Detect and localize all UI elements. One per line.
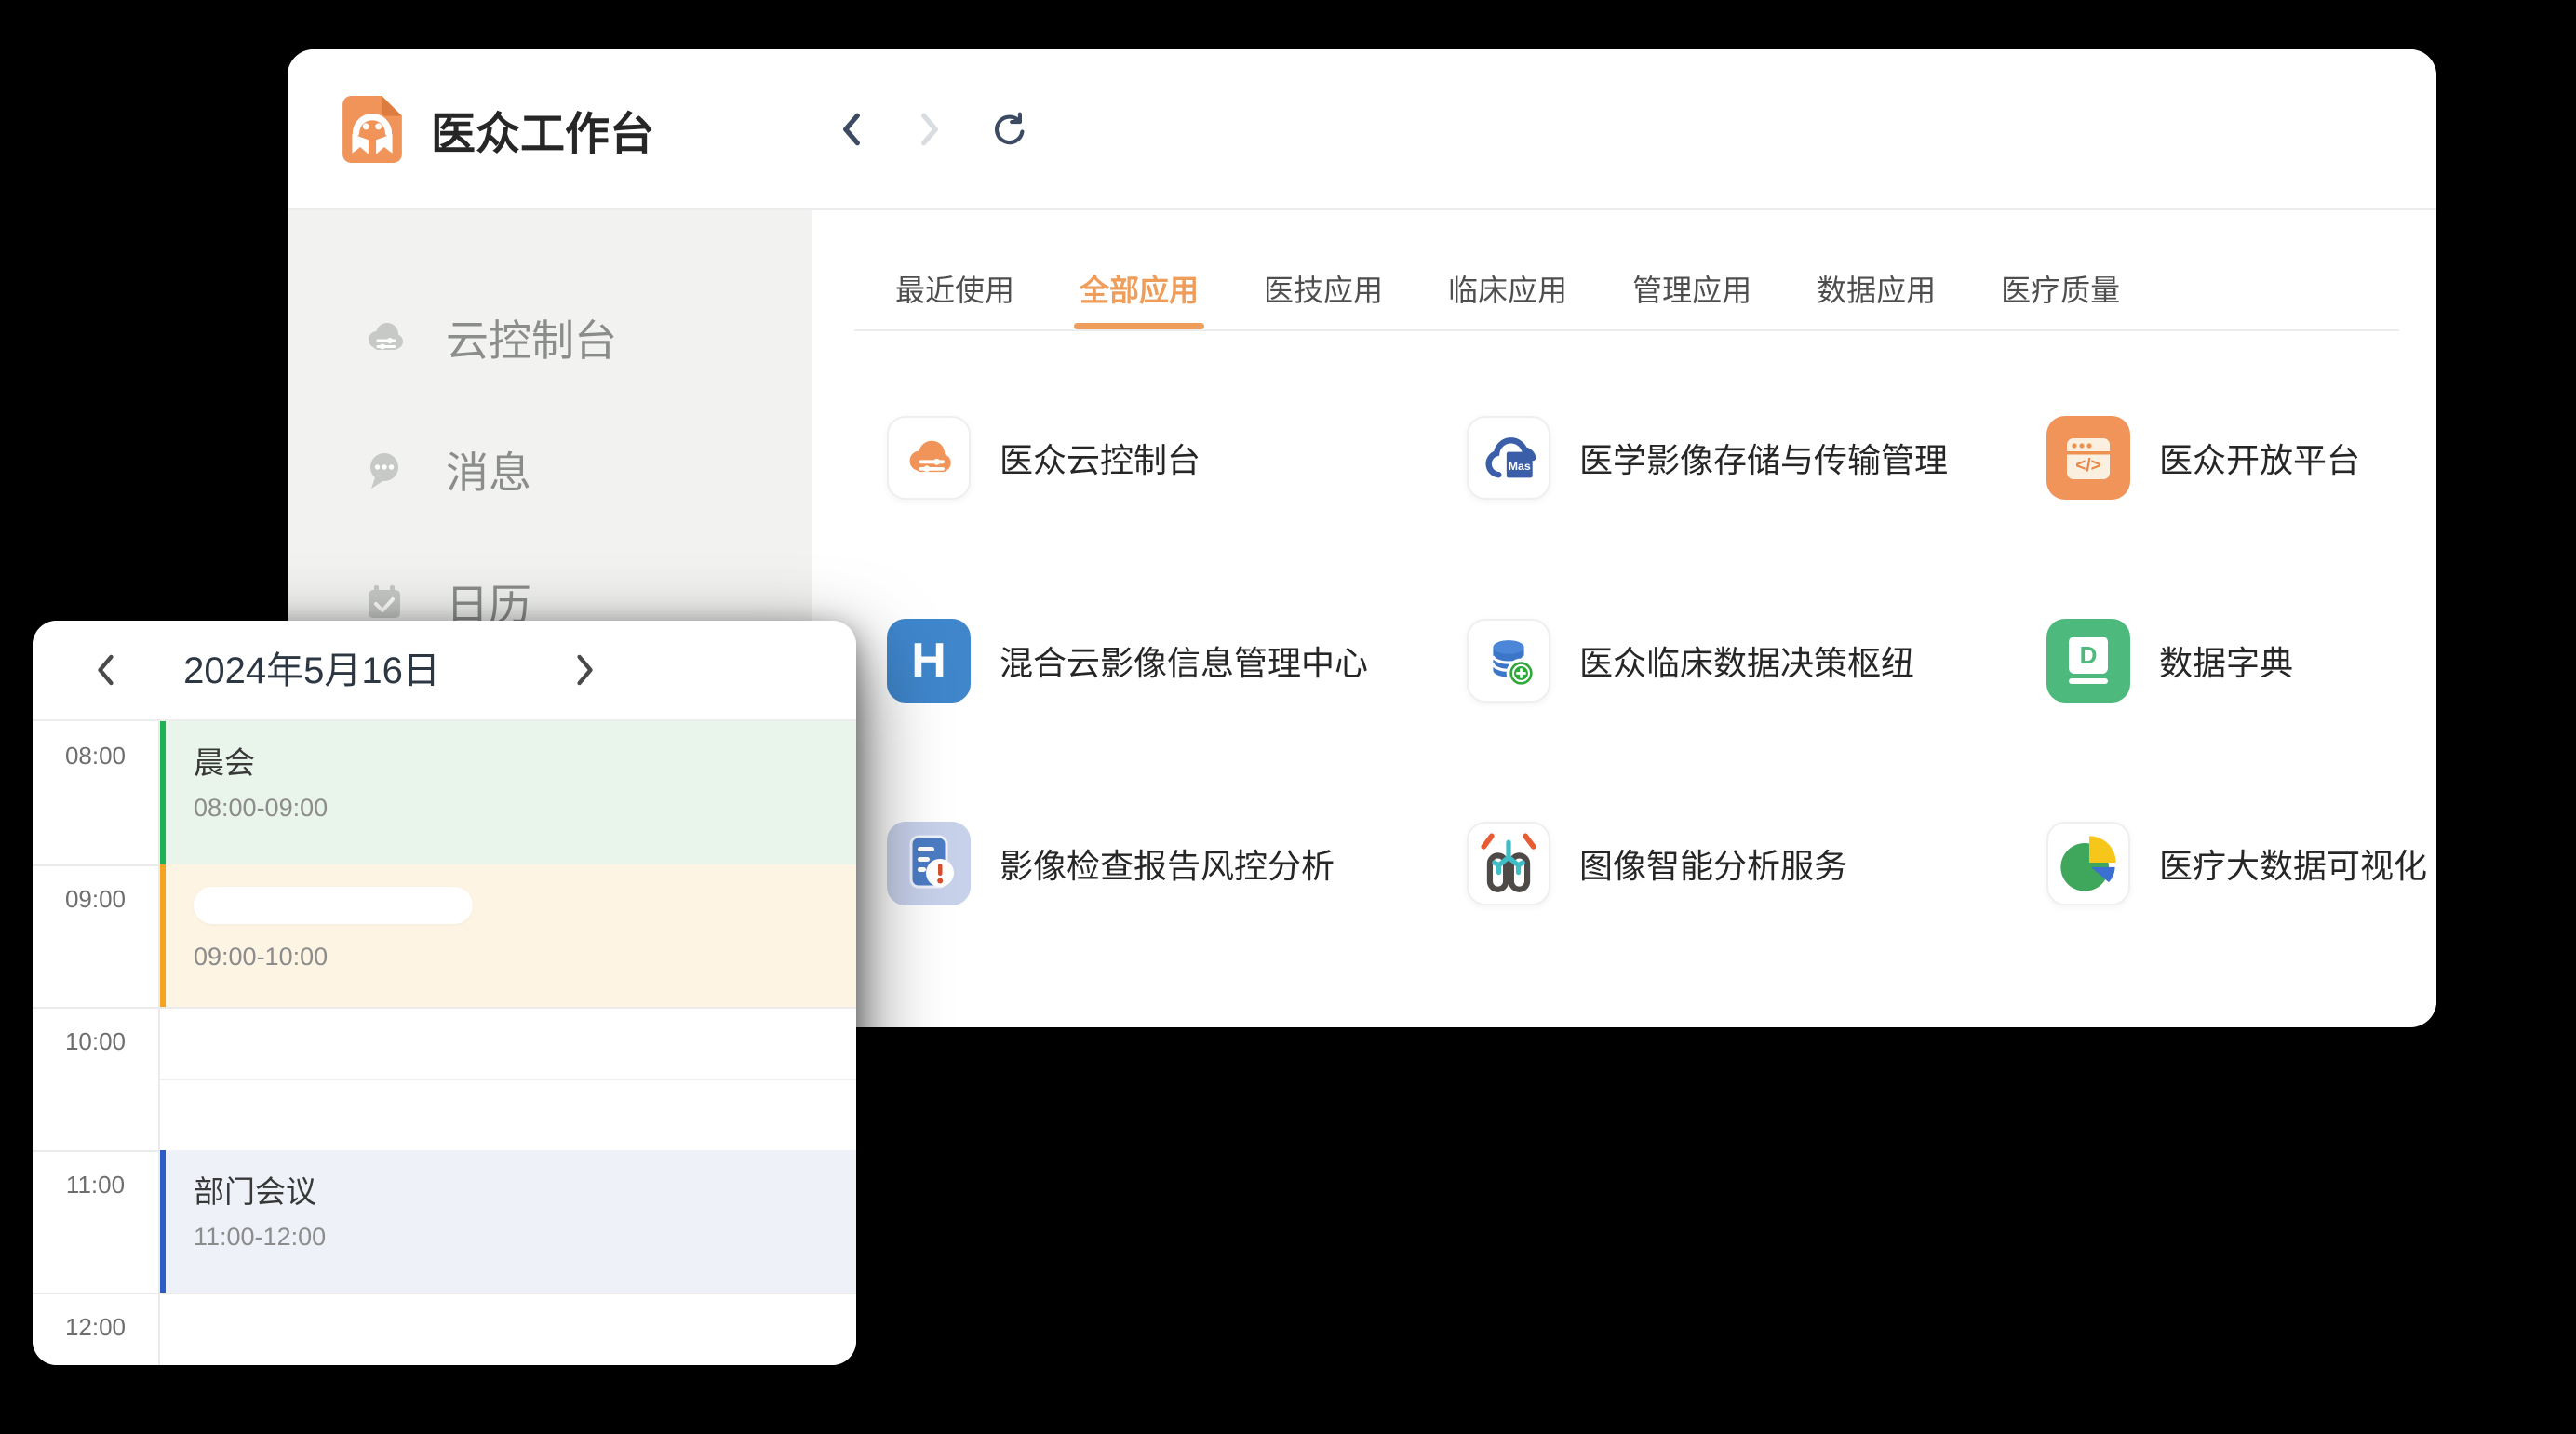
dictionary-book-icon: D [2046,619,2130,703]
app-data-dictionary[interactable]: D 数据字典 [2046,619,2436,703]
hour-line [33,1007,856,1009]
blue-cloud-box-icon: Mas [1467,416,1550,500]
calendar-grid: 08:00 09:00 10:00 11:00 12:00 晨会 08:00-0… [33,721,856,1365]
tab-quality[interactable]: 医疗质量 [2001,248,2120,329]
prev-day-button[interactable] [94,652,118,688]
calendar-check-icon [362,580,407,624]
message-bubble-icon [362,448,407,492]
app-label: 医众云控制台 [1000,434,1201,482]
content-area: 最近使用 全部应用 医技应用 临床应用 管理应用 数据应用 医疗质量 [812,210,2436,1025]
app-cloud-console[interactable]: 医众云控制台 [887,416,1467,500]
tab-clinical[interactable]: 临床应用 [1448,248,1567,329]
time-label: 12:00 [33,1313,158,1341]
pie-chart-glyph [2048,822,2128,905]
event-redacted[interactable]: 09:00-10:00 [160,864,856,1007]
tab-all-apps[interactable]: 全部应用 [1080,248,1199,329]
sidebar-item-messages[interactable]: 消息 [288,404,812,536]
database-medical-glyph [1482,634,1536,688]
lungs-glyph [1469,822,1549,905]
tab-medtech[interactable]: 医技应用 [1264,248,1383,329]
back-chevron-icon [838,110,865,149]
pie-chart-icon [2046,822,2130,905]
nav-group [833,49,1026,208]
code-browser-icon: </> [2046,416,2130,500]
screen: { "window": { "title": "医众工作台", "nav": {… [0,0,2576,1434]
time-label: 10:00 [33,1027,158,1055]
calendar-panel: 2024年5月16日 08:00 09:00 10:00 11:00 12:00… [33,621,856,1365]
lungs-icon [1467,822,1550,905]
app-label: 医众开放平台 [2159,434,2360,482]
window-title: 医众工作台 [431,97,654,162]
app-label: 混合云影像信息管理中心 [1000,637,1368,685]
sidebar-item-label: 消息 [446,439,531,501]
event-title: 晨会 [194,738,856,783]
time-label: 09:00 [33,885,158,913]
app-hybrid-cloud-center[interactable]: H 混合云影像信息管理中心 [887,619,1467,703]
tab-recent[interactable]: 最近使用 [895,248,1014,329]
event-department-meeting[interactable]: 部门会议 11:00-12:00 [160,1150,856,1293]
app-label: 影像检查报告风控分析 [1000,839,1335,888]
code-label: </> [2075,456,2100,476]
tab-divider [854,329,2399,331]
orange-cloud-sliders-icon [887,416,971,500]
refresh-icon [989,108,1026,151]
refresh-button[interactable] [989,109,1026,150]
redacted-title-pill [194,887,473,924]
app-medical-imaging-storage[interactable]: Mas 医学影像存储与传输管理 [1467,416,2046,500]
time-label: 11:00 [33,1171,158,1199]
app-image-ai-service[interactable]: 图像智能分析服务 [1467,822,2046,905]
app-label: 图像智能分析服务 [1579,839,1847,888]
app-label: 数据字典 [2159,637,2293,685]
tab-admin[interactable]: 管理应用 [1632,248,1751,329]
app-label: 医疗大数据可视化 [2159,839,2427,888]
forward-button[interactable] [911,109,948,150]
app-grid: 医众云控制台 Mas 医学影像存储与传输管理 [887,416,2436,1025]
h-label: H [911,633,946,689]
event-time: 08:00-09:00 [194,794,856,823]
event-time: 09:00-10:00 [194,943,856,972]
hour-line [33,1293,856,1294]
event-title: 部门会议 [194,1167,856,1212]
tab-bar: 最近使用 全部应用 医技应用 临床应用 管理应用 数据应用 医疗质量 [895,248,2120,329]
sidebar-item-cloud-console[interactable]: 云控制台 [288,272,812,404]
mas-label: Mas [1509,460,1531,473]
event-morning-meeting[interactable]: 晨会 08:00-09:00 [160,721,856,864]
report-alert-icon [887,822,971,905]
d-label: D [2080,641,2098,669]
app-logo-icon [342,95,403,164]
app-label: 医众临床数据决策枢纽 [1579,637,1914,685]
window-header: 医众工作台 [288,49,2436,210]
time-label: 08:00 [33,742,158,770]
next-day-button[interactable] [572,652,597,688]
cloud-settings-icon [362,315,407,360]
half-hour-line [160,1079,856,1080]
app-big-data-visualization[interactable]: 医疗大数据可视化 [2046,822,2436,905]
blue-cloud-box-glyph: Mas [1481,430,1536,486]
database-medical-icon [1467,619,1550,703]
tab-data[interactable]: 数据应用 [1817,248,1936,329]
letter-h-icon: H [887,619,971,703]
code-browser-glyph: </> [2046,416,2130,500]
app-open-platform[interactable]: </> 医众开放平台 [2046,416,2436,500]
report-alert-glyph [887,822,971,905]
orange-cloud-sliders-glyph [903,432,955,484]
app-clinical-data-hub[interactable]: 医众临床数据决策枢纽 [1467,619,2046,703]
app-report-risk-analysis[interactable]: 影像检查报告风控分析 [887,822,1467,905]
forward-chevron-icon [916,110,944,149]
date-title: 2024年5月16日 [172,621,451,721]
dictionary-book-glyph: D [2046,619,2130,703]
calendar-header: 2024年5月16日 [33,621,856,721]
back-button[interactable] [833,109,870,150]
event-time: 11:00-12:00 [194,1223,856,1252]
sidebar-item-label: 云控制台 [446,307,617,369]
app-label: 医学影像存储与传输管理 [1579,434,1948,482]
